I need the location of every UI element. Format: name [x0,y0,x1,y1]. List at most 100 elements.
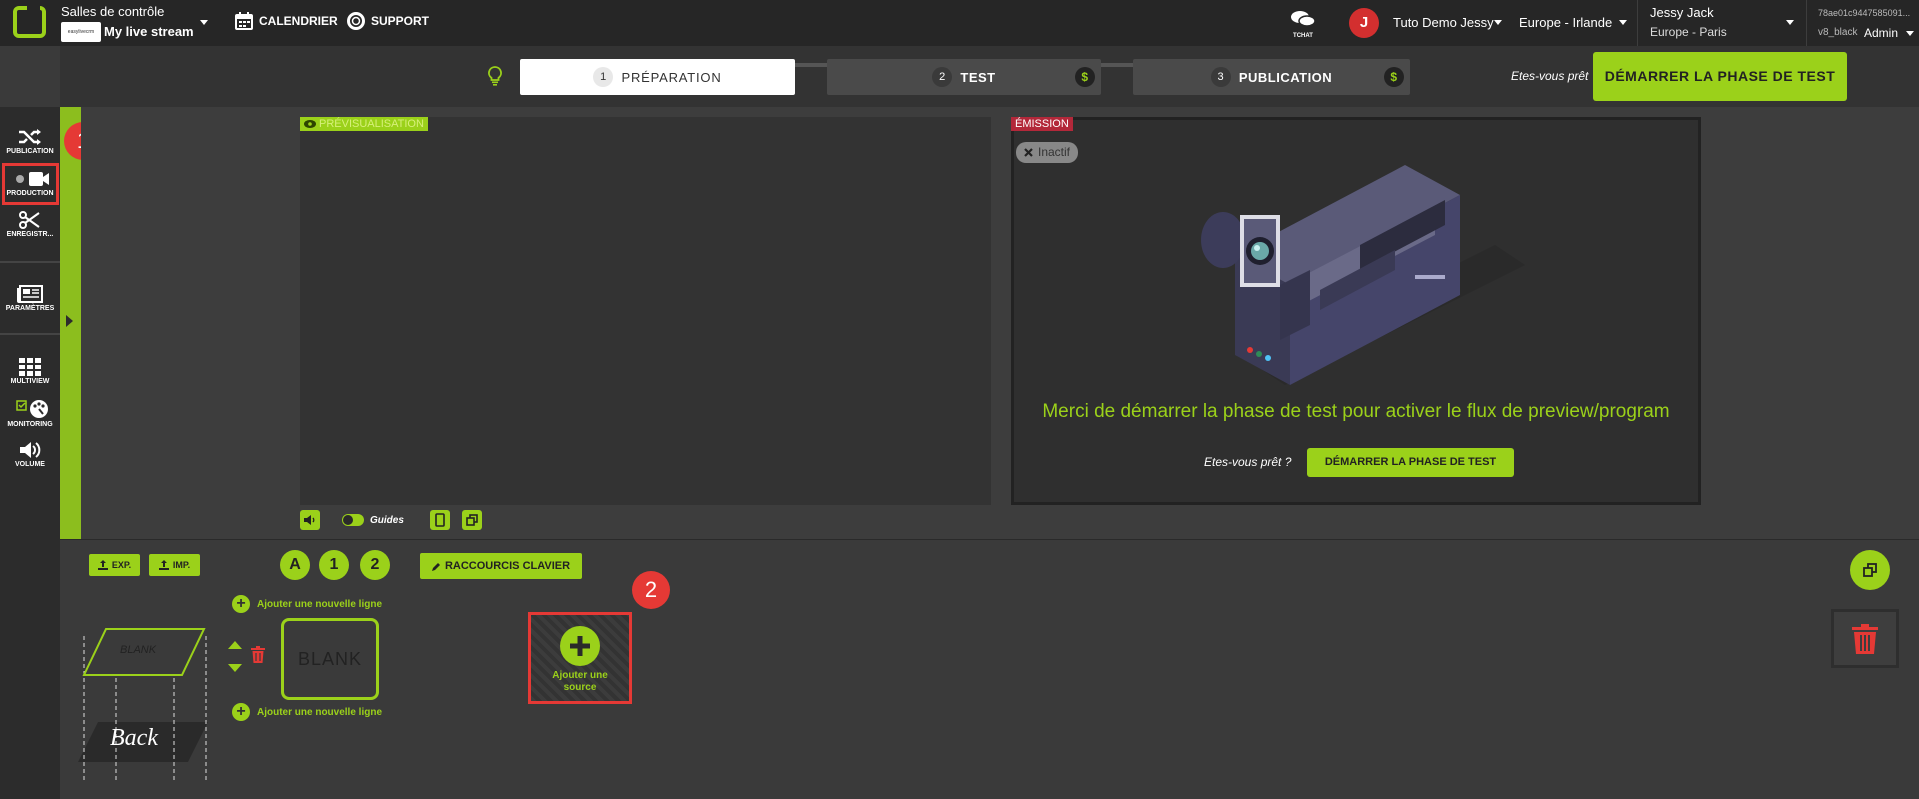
lifebuoy-icon [347,12,365,30]
emission-message: Merci de démarrer la phase de test pour … [1042,401,1670,422]
window-restore-icon [1863,563,1877,577]
session-id: 78ae01c9447585091... [1818,8,1911,18]
volume-toggle-button[interactable] [300,510,320,530]
trash-icon[interactable] [251,646,265,663]
ready-question: Etes-vous prêt [1511,69,1589,83]
plus-circle-icon: + [232,595,250,613]
stream-name[interactable]: My live stream [104,24,194,39]
dollar-icon: $ [1075,67,1095,87]
guides-label: Guides [370,514,404,526]
import-button[interactable]: IMP. [149,554,200,576]
plus-circle-icon [560,626,600,666]
chat-bubbles-icon [1291,11,1316,27]
annotation-badge-2: 2 [632,571,670,609]
chevron-down-icon[interactable] [1619,20,1627,25]
tab-publication[interactable]: 3 PUBLICATION $ [1133,59,1410,95]
volume-icon [304,515,315,525]
expand-arrow-icon[interactable] [66,315,73,327]
chevron-down-icon[interactable] [1494,20,1502,25]
preview-label: PRÉVISUALISATION [300,117,428,131]
trash-icon [1852,623,1878,654]
mobile-view-button[interactable] [429,510,450,530]
sidebar: PUBLICATION PRODUCTION ENREGISTR... PARA… [0,107,60,799]
sidebar-item-monitoring[interactable]: MONITORING [0,399,60,428]
guides-toggle[interactable] [342,514,364,526]
emission-start-test-button[interactable]: DÉMARRER LA PHASE DE TEST [1307,448,1514,477]
newspaper-icon [17,285,43,303]
window-restore-icon [466,514,478,526]
volume-icon [20,442,41,458]
phase-bar: 1 PRÉPARATION 2 TEST $ 3 PUBLICATION $ E… [60,46,1919,107]
collapse-strip[interactable] [60,107,81,539]
calendar-icon [235,12,253,30]
move-down-icon[interactable] [228,664,242,672]
blank-source-label: BLANK [297,648,363,669]
tchat-button[interactable]: TCHAT [1288,10,1318,39]
calendar-link[interactable]: CALENDRIER [235,12,338,30]
sidebar-item-parametres[interactable]: PARAMÈTRES [0,285,60,312]
chevron-down-icon[interactable] [1906,31,1914,36]
layer-a-button[interactable]: A [280,550,310,580]
add-line-bottom[interactable]: + Ajouter une nouvelle ligne [232,703,382,721]
role-label[interactable]: Admin [1864,26,1898,40]
grid-icon [19,358,41,376]
blank-source-tile[interactable]: BLANK [281,618,379,700]
emission-label: ÉMISSION [1011,117,1073,131]
calendar-label: CALENDRIER [259,14,338,28]
lightbulb-icon[interactable] [488,66,502,86]
add-source-tile[interactable]: Ajouter une source [528,612,632,704]
layer-1-button[interactable]: 1 [319,550,349,580]
user-timezone: Europe - Paris [1650,25,1727,39]
theme-label: v8_black [1818,27,1858,38]
chevron-down-icon[interactable] [1786,20,1794,25]
export-button[interactable]: EXP. [89,554,140,576]
sidebar-item-volume[interactable]: VOLUME [0,441,60,468]
layer-2-button[interactable]: 2 [360,550,390,580]
keyboard-shortcuts-button[interactable]: RACCOURCIS CLAVIER [420,553,582,579]
upload-icon [97,560,108,570]
tchat-label: TCHAT [1293,33,1313,39]
tab-preparation[interactable]: 1 PRÉPARATION [520,59,795,95]
eye-icon [304,120,316,128]
status-badge: Inactif [1016,142,1079,163]
video-camera-icon [16,172,49,186]
top-bar: Salles de contrôle easylivecrm My live s… [0,0,1919,46]
back-layer-label: Back [110,725,158,751]
user-name[interactable]: Jessy Jack [1650,5,1714,20]
account-name[interactable]: Tuto Demo Jessy [1393,15,1494,30]
support-label: SUPPORT [371,14,430,28]
rooms-label: Salles de contrôle [61,4,165,19]
mobile-icon [435,513,445,527]
sidebar-item-publication[interactable]: PUBLICATION [0,128,60,155]
dollar-icon: $ [1384,67,1404,87]
sidebar-item-enregistrement[interactable]: ENREGISTR... [0,211,60,238]
pencil-icon [431,562,440,571]
shuffle-icon [19,129,41,145]
blank-layer-label: BLANK [120,644,157,656]
close-icon [1024,148,1033,157]
preview-panel [300,117,991,505]
trash-drop-zone[interactable] [1831,609,1899,668]
start-test-phase-button[interactable]: DÉMARRER LA PHASE DE TEST [1593,52,1847,101]
palette-icon [16,400,48,418]
region-selector[interactable]: Europe - Irlande [1519,15,1612,30]
emission-ready-question: Etes-vous prêt ? [1204,455,1292,469]
app-logo[interactable] [13,4,46,38]
chevron-down-icon[interactable] [200,20,208,25]
support-link[interactable]: SUPPORT [347,12,429,30]
scissors-icon [19,211,40,229]
tab-test[interactable]: 2 TEST $ [827,59,1101,95]
stream-logo: easylivecrm [61,22,101,42]
popout-button[interactable] [461,510,482,530]
add-line-top[interactable]: + Ajouter une nouvelle ligne [232,595,382,613]
popout-button[interactable] [1850,550,1890,590]
upload-icon [158,560,169,570]
camera-illustration [1201,165,1525,385]
sidebar-item-multiview[interactable]: MULTIVIEW [0,358,60,385]
plus-circle-icon: + [232,703,250,721]
avatar[interactable]: J [1349,8,1379,38]
move-up-icon[interactable] [228,641,242,649]
sidebar-item-production[interactable]: PRODUCTION [0,170,60,197]
preview-toolbar: Guides [300,510,482,530]
add-source-label: Ajouter une source [552,670,608,693]
